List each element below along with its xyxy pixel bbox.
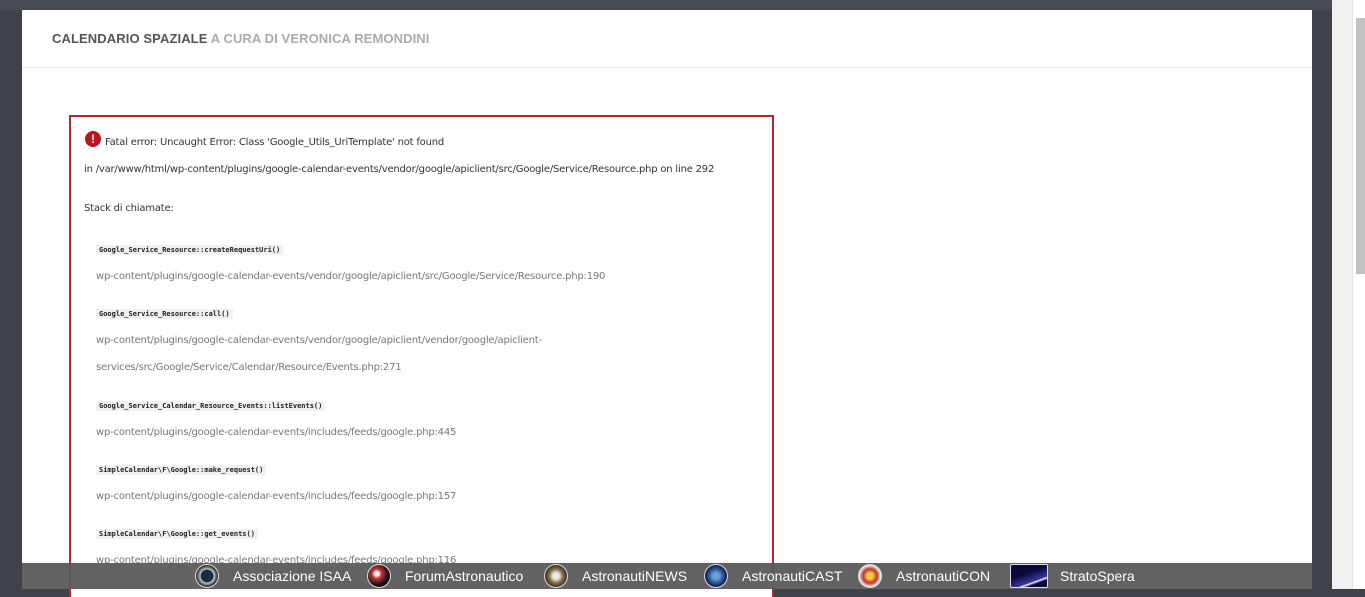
stack-frame-file: wp-content/plugins/google-calendar-event… (96, 335, 542, 346)
error-message: Fatal error: Uncaught Error: Class 'Goog… (105, 137, 444, 148)
stack-frame-function: SimpleCalendar\F\Google::make_request() (96, 465, 267, 475)
fatal-error-box: ! Fatal error: Uncaught Error: Class 'Go… (69, 115, 774, 597)
isaa-logo-icon (195, 564, 219, 588)
stratospera-logo-icon (1010, 564, 1048, 588)
page-content: CALENDARIO SPAZIALE A CURA DI VERONICA R… (22, 10, 1312, 597)
con-logo-icon (858, 564, 882, 588)
divider (22, 67, 1312, 68)
forum-logo-icon (367, 564, 391, 588)
stack-frame-function: Google_Service_Resource::createRequestUr… (96, 245, 284, 255)
link-label: AstronautiNEWS (582, 568, 688, 584)
link-label: AstronautiCAST (742, 568, 843, 584)
title-main: CALENDARIO SPAZIALE (52, 31, 208, 46)
news-logo-icon (544, 564, 568, 588)
stack-frame-file-cont: services/src/Google/Service/Calendar/Res… (96, 362, 402, 373)
link-label: Associazione ISAA (233, 568, 352, 584)
page-scrollbar[interactable]: ▼ (1332, 0, 1365, 589)
scrollbar-thumb[interactable] (1356, 18, 1365, 274)
link-astronauticast[interactable]: AstronautiCAST (704, 563, 842, 589)
link-stratospera[interactable]: StratoSpera (1010, 563, 1135, 589)
page-title: CALENDARIO SPAZIALE A CURA DI VERONICA R… (52, 31, 429, 46)
stack-frame-function: Google_Service_Resource::call() (96, 309, 233, 319)
stack-frame-file: wp-content/plugins/google-calendar-event… (96, 491, 457, 502)
stack-frame-function: Google_Service_Calendar_Resource_Events:… (96, 401, 326, 411)
exclamation-circle-icon: ! (85, 131, 101, 147)
link-label: StratoSpera (1060, 568, 1135, 584)
top-strip (0, 0, 1332, 10)
link-forumastronautico[interactable]: ForumAstronautico (367, 563, 523, 589)
stack-title: Stack di chiamate: (84, 203, 174, 214)
link-label: AstronautiCON (896, 568, 991, 584)
cast-logo-icon (704, 564, 728, 588)
link-astronauticon[interactable]: AstronautiCON (858, 563, 990, 589)
stack-frame-function: SimpleCalendar\F\Google::get_events() (96, 529, 258, 539)
title-accent: A CURA DI VERONICA REMONDINI (210, 31, 430, 46)
stack-frame-file: wp-content/plugins/google-calendar-event… (96, 427, 457, 438)
link-label: ForumAstronautico (405, 568, 524, 584)
scrollbar-track[interactable]: ▼ (1352, 0, 1365, 589)
error-location: in /var/www/html/wp-content/plugins/goog… (84, 164, 715, 175)
partner-links-bar: Associazione ISAA ForumAstronautico Astr… (22, 563, 1312, 589)
stack-frame-file: wp-content/plugins/google-calendar-event… (96, 271, 606, 282)
link-astronautinews[interactable]: AstronautiNEWS (544, 563, 687, 589)
link-associazione-isaa[interactable]: Associazione ISAA (195, 563, 351, 589)
